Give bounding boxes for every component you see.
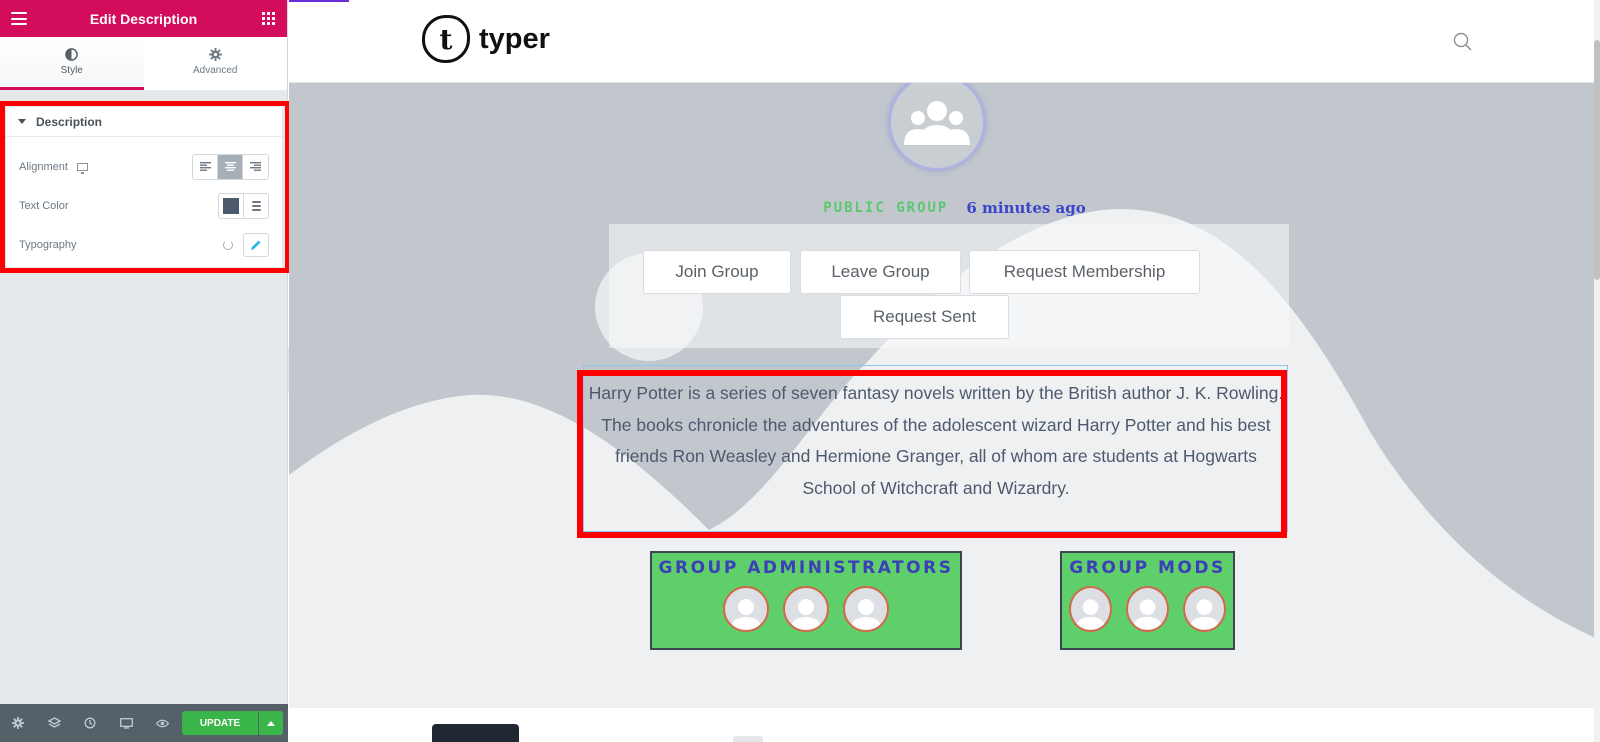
desktop-responsive-icon[interactable] — [76, 162, 88, 174]
align-center-button[interactable] — [218, 154, 243, 179]
update-options-button[interactable] — [259, 711, 283, 735]
editor-panel: Edit Description Style Advanced Descript… — [0, 0, 290, 742]
history-icon[interactable] — [72, 704, 108, 742]
bottom-content-strip — [289, 708, 1600, 742]
group-mods-title: GROUP MODS — [1069, 558, 1226, 578]
group-people-icon — [904, 101, 970, 145]
contrast-icon — [65, 48, 79, 61]
text-color-label: Text Color — [19, 199, 69, 212]
site-preview: t typer PUBLIC GROUP 6 minutes ago Join … — [289, 0, 1600, 742]
logo-mark: t — [422, 15, 470, 63]
color-swatch — [223, 197, 239, 214]
member-avatar[interactable] — [1126, 586, 1169, 632]
alignment-control: Alignment — [6, 147, 282, 186]
color-swatch-button[interactable] — [219, 193, 244, 218]
panel-header: Edit Description — [0, 0, 287, 37]
member-avatar[interactable] — [723, 586, 769, 632]
caret-down-icon — [18, 119, 26, 124]
scrollbar[interactable] — [1594, 0, 1600, 742]
group-avatar — [889, 74, 985, 170]
group-activity-time: 6 minutes ago — [966, 199, 1086, 217]
gear-icon — [208, 48, 222, 61]
global-colors-button[interactable] — [244, 193, 268, 218]
member-avatar[interactable] — [1183, 586, 1226, 632]
color-picker — [218, 192, 269, 219]
mod-avatars — [1062, 586, 1233, 632]
panel-title: Edit Description — [89, 10, 198, 27]
preview-eye-icon[interactable] — [144, 704, 180, 742]
alignment-label: Alignment — [19, 160, 68, 173]
tab-style[interactable]: Style — [0, 37, 144, 90]
group-admins-title: GROUP ADMINISTRATORS — [658, 558, 954, 578]
tab-advanced[interactable]: Advanced — [144, 37, 288, 90]
align-right-icon — [250, 162, 261, 171]
typography-edit-button[interactable] — [243, 232, 269, 257]
tab-style-label: Style — [60, 65, 83, 76]
member-avatar[interactable] — [843, 586, 889, 632]
group-meta: PUBLIC GROUP 6 minutes ago — [289, 199, 1600, 217]
progress-accent — [289, 0, 349, 2]
section-title: Description — [36, 114, 103, 129]
join-group-button[interactable]: Join Group — [643, 250, 791, 294]
pill-element — [733, 736, 763, 742]
group-privacy-badge: PUBLIC GROUP — [823, 200, 949, 216]
typography-label: Typography — [19, 238, 77, 251]
dark-tab[interactable] — [432, 724, 519, 742]
group-description[interactable]: Harry Potter is a series of seven fantas… — [587, 378, 1285, 504]
menu-hamburger-icon[interactable] — [11, 12, 27, 25]
section-header-description[interactable]: Description — [6, 107, 282, 137]
align-left-button[interactable] — [193, 154, 218, 179]
tab-advanced-label: Advanced — [193, 65, 238, 76]
member-avatar[interactable] — [783, 586, 829, 632]
group-mods-card: GROUP MODS — [1060, 551, 1235, 650]
site-header: t typer — [289, 0, 1600, 83]
align-left-icon — [199, 162, 211, 171]
site-logo[interactable]: t typer — [422, 15, 550, 63]
typography-control: Typography — [6, 225, 282, 264]
logo-text: typer — [479, 22, 550, 55]
align-center-icon — [224, 162, 236, 171]
update-button[interactable]: UPDATE — [182, 711, 258, 735]
alignment-choices — [192, 153, 269, 180]
description-section: Description Alignment Text Color Typogra… — [6, 107, 282, 267]
leave-group-button[interactable]: Leave Group — [800, 250, 961, 294]
request-membership-button[interactable]: Request Membership — [969, 250, 1200, 294]
group-admins-card: GROUP ADMINISTRATORS — [650, 551, 962, 650]
layers-icon[interactable] — [36, 704, 72, 742]
widgets-grid-icon[interactable] — [262, 12, 275, 25]
database-globals-icon — [251, 200, 261, 211]
scrollbar-thumb[interactable] — [1594, 40, 1600, 280]
caret-up-icon — [267, 720, 275, 726]
panel-tabs: Style Advanced — [0, 37, 287, 90]
admin-avatars — [652, 586, 960, 632]
align-right-button[interactable] — [243, 154, 268, 179]
pencil-icon — [251, 240, 261, 250]
text-color-control: Text Color — [6, 186, 282, 225]
settings-icon[interactable] — [0, 704, 36, 742]
search-icon[interactable] — [1453, 32, 1472, 56]
member-avatar[interactable] — [1069, 586, 1112, 632]
request-sent-button[interactable]: Request Sent — [840, 295, 1009, 339]
reset-icon[interactable] — [223, 239, 233, 250]
group-buttons: Join Group Leave Group Request Membershi… — [609, 224, 1289, 348]
responsive-icon[interactable] — [108, 704, 144, 742]
panel-footer: UPDATE — [0, 704, 288, 742]
